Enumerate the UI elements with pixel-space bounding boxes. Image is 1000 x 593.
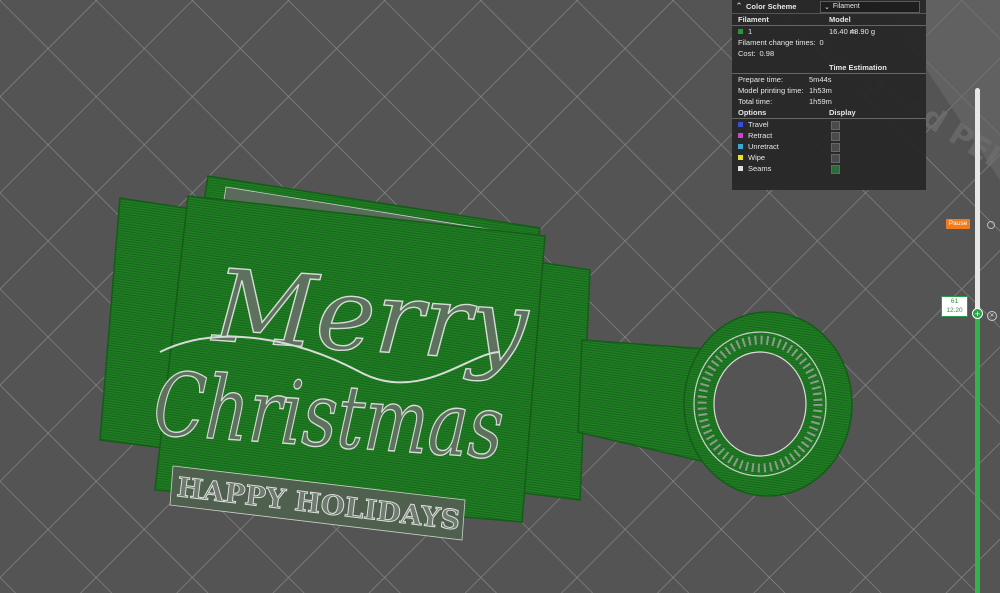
option-travel: Travel — [732, 119, 926, 130]
filament-weight: 48.90 g — [850, 27, 876, 36]
time-row: Total time: 1h59m — [738, 97, 832, 106]
unretract-color-swatch — [738, 144, 743, 149]
layer-number: 61 — [950, 298, 959, 305]
filament-row: 1 16.40 m 48.90 g — [732, 26, 926, 37]
option-seams: Seams — [732, 163, 926, 174]
view-type-select[interactable]: ⌄ Filament — [820, 0, 920, 13]
travel-display-checkbox[interactable] — [831, 121, 840, 130]
filament-header: Filament Model — [732, 14, 926, 26]
layer-readout: 61 12.20 — [941, 296, 968, 317]
cost-row: Cost: 0.98 — [738, 49, 775, 58]
wipe-display-checkbox[interactable] — [831, 154, 840, 163]
time-header: Time Estimation — [732, 62, 926, 74]
retract-display-checkbox[interactable] — [831, 132, 840, 141]
chevron-down-icon: ⌄ — [824, 3, 830, 11]
time-row: Model printing time: 1h53m — [738, 86, 832, 95]
filament-id: 1 — [748, 27, 753, 36]
travel-color-swatch — [738, 122, 743, 127]
close-icon[interactable]: ✕ — [987, 311, 997, 321]
wipe-color-swatch — [738, 155, 743, 160]
retract-color-swatch — [738, 133, 743, 138]
seams-color-swatch — [738, 166, 743, 171]
layer-slider-handle[interactable]: + — [972, 308, 983, 319]
layer-slider-fill — [975, 314, 980, 593]
upper-handle-icon[interactable] — [987, 221, 995, 229]
panel-title: Color Scheme — [746, 2, 797, 11]
filament-change-row: Filament change times: 0 — [738, 38, 824, 47]
legend-panel: ⌃ Color Scheme ⌄ Filament Filament Model… — [732, 0, 926, 190]
filament-color-swatch — [738, 29, 743, 34]
time-row: Prepare time: 5m44s — [738, 75, 832, 84]
collapse-chevron-icon[interactable]: ⌃ — [732, 1, 746, 12]
view-type-value: Filament — [832, 3, 860, 10]
pause-marker[interactable]: Pause — [946, 219, 970, 229]
unretract-display-checkbox[interactable] — [831, 143, 840, 152]
option-wipe: Wipe — [732, 152, 926, 163]
ring-hole — [713, 351, 807, 457]
seams-display-checkbox[interactable] — [831, 165, 840, 174]
option-retract: Retract — [732, 130, 926, 141]
layer-height: 12.20 — [946, 307, 963, 314]
option-unretract: Unretract — [732, 141, 926, 152]
options-header: Options Display — [732, 107, 926, 119]
layer-slider[interactable]: + — [972, 88, 984, 593]
